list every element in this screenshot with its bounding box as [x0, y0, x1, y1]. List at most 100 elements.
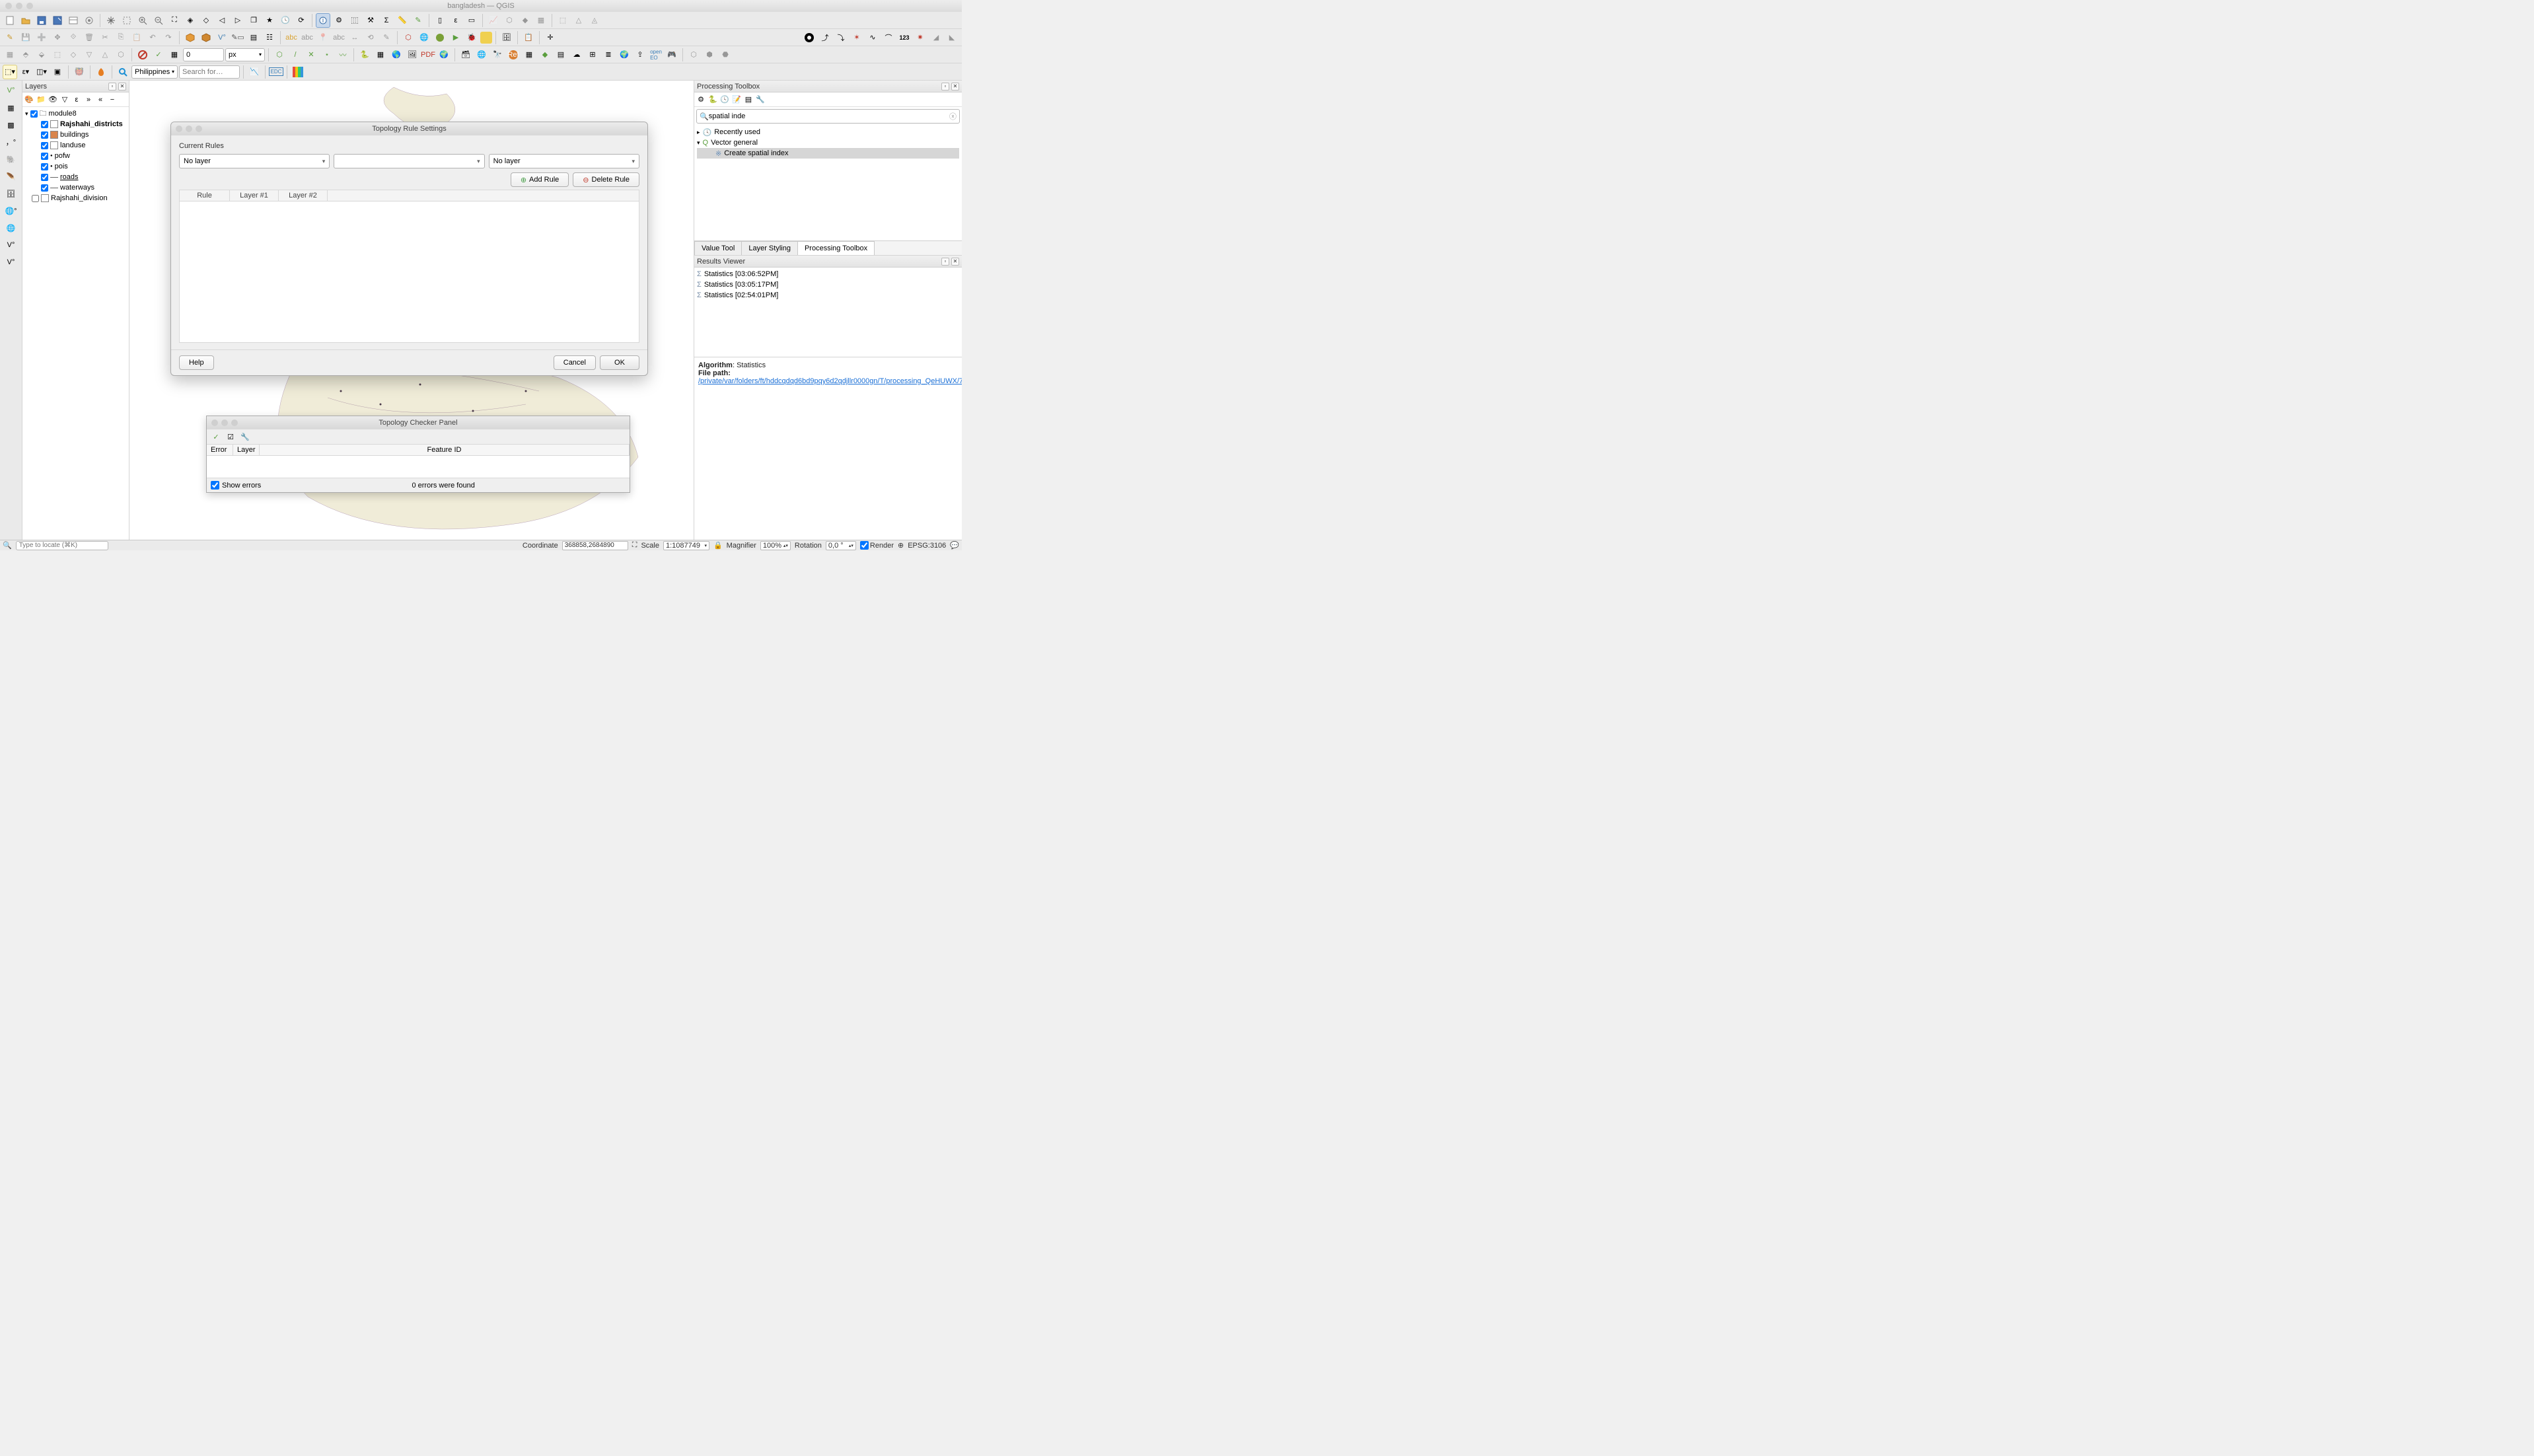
- mesh3-icon[interactable]: ⬙: [34, 48, 49, 62]
- delete-rule-button[interactable]: ⊖Delete Rule: [573, 172, 639, 187]
- new-bookmark-icon[interactable]: ★: [262, 13, 277, 28]
- adv-snap2-icon[interactable]: ⬢: [702, 48, 717, 62]
- layer-remove-icon[interactable]: −: [107, 94, 118, 105]
- layer-item[interactable]: ●pofw: [24, 151, 127, 161]
- results-item[interactable]: ΣStatistics [02:54:01PM]: [697, 290, 959, 301]
- layer-checkbox[interactable]: [41, 174, 48, 181]
- cross-icon[interactable]: ✕: [304, 48, 318, 62]
- processing-search-input[interactable]: [709, 112, 949, 120]
- georef-icon[interactable]: 🌐: [417, 30, 431, 45]
- toolbox-icon[interactable]: ⚒: [363, 13, 378, 28]
- attr-table-icon[interactable]: 📋: [521, 30, 536, 45]
- nominatim-icon[interactable]: [116, 65, 130, 79]
- new-project-icon[interactable]: [3, 13, 17, 28]
- paste-icon[interactable]: 📋: [129, 30, 144, 45]
- arc2-tool-icon[interactable]: ⤵: [834, 30, 848, 45]
- edit-toggle-icon[interactable]: ✎: [3, 30, 17, 45]
- zoom-layer-icon[interactable]: ◇: [199, 13, 213, 28]
- mesh2-icon[interactable]: ⬘: [18, 48, 33, 62]
- maptips-icon[interactable]: ✎: [411, 13, 425, 28]
- crs-icon[interactable]: ⊕: [898, 541, 904, 550]
- field-calc-icon[interactable]: ⿲: [347, 13, 362, 28]
- plugin-vertex-icon[interactable]: ⬡: [502, 13, 517, 28]
- avoid-intersect-icon[interactable]: ◬: [587, 13, 602, 28]
- mesh8-icon[interactable]: ⬡: [114, 48, 128, 62]
- add-rule-button[interactable]: ⊕Add Rule: [511, 172, 569, 187]
- star-tool-icon[interactable]: ✶: [850, 30, 864, 45]
- zoom-out-icon[interactable]: [151, 13, 166, 28]
- pan-icon[interactable]: [104, 13, 118, 28]
- layers-tree[interactable]: ▾ 🗀 module8 Rajshahi_districtsbuildingsl…: [22, 107, 129, 540]
- zoom-selection-icon[interactable]: ◈: [183, 13, 198, 28]
- add-wfs-icon[interactable]: 🌐: [4, 221, 18, 235]
- temporal-icon[interactable]: 🕓: [278, 13, 293, 28]
- layer-tool-icon[interactable]: ≣: [601, 48, 616, 62]
- layer-item[interactable]: roads: [24, 172, 127, 182]
- deselect-all-icon[interactable]: ◫▾: [34, 65, 49, 79]
- vertex-icon[interactable]: ⬡: [272, 48, 287, 62]
- plugin-green-icon[interactable]: ▶: [449, 30, 463, 45]
- measure-icon[interactable]: 📏: [395, 13, 410, 28]
- db-icon[interactable]: 🗃: [458, 48, 473, 62]
- checker-min-icon[interactable]: [221, 419, 228, 426]
- layer-visibility-icon[interactable]: 👁: [48, 94, 58, 105]
- vector-general-group[interactable]: ▾QVector general: [697, 137, 959, 148]
- layer1-combo[interactable]: No layer▾: [179, 154, 330, 168]
- layer-group-checkbox[interactable]: [30, 110, 38, 118]
- add-raster-icon[interactable]: ▦: [4, 100, 18, 115]
- dialog-titlebar[interactable]: Topology Rule Settings: [171, 122, 647, 135]
- locator-input[interactable]: [19, 542, 106, 549]
- layer-item[interactable]: landuse: [24, 140, 127, 151]
- game-icon[interactable]: 🎮: [665, 48, 679, 62]
- delete-icon[interactable]: 🗑: [82, 30, 96, 45]
- save-icon[interactable]: [34, 13, 49, 28]
- checker-close-icon[interactable]: [211, 419, 218, 426]
- zoom-full-icon[interactable]: ⛶: [167, 13, 182, 28]
- save-edits-icon[interactable]: 💾: [18, 30, 33, 45]
- 3d-box-icon[interactable]: [183, 30, 198, 45]
- star2-tool-icon[interactable]: ✷: [913, 30, 927, 45]
- cloud-icon[interactable]: ☁: [569, 48, 584, 62]
- render-checkbox[interactable]: [860, 541, 869, 550]
- epsg-button[interactable]: EPSG:3106: [908, 542, 946, 550]
- new-scratch-icon[interactable]: ✎▭: [231, 30, 245, 45]
- layer-item[interactable]: Rajshahi_division: [24, 193, 127, 203]
- show-errors-checkbox-label[interactable]: Show errors: [211, 481, 261, 490]
- python-icon[interactable]: 🐍: [357, 48, 372, 62]
- label-edit-icon[interactable]: ✎: [379, 30, 394, 45]
- select-icon[interactable]: ▯: [433, 13, 447, 28]
- layer2-combo[interactable]: No layer▾: [489, 154, 639, 168]
- processing-search[interactable]: 🔍 ⓧ: [696, 109, 960, 124]
- plugin-geom-icon[interactable]: ◆: [518, 13, 532, 28]
- mesh6-icon[interactable]: ▽: [82, 48, 96, 62]
- vertex-tool-icon[interactable]: ⟐: [66, 30, 81, 45]
- layer-group-root[interactable]: ▾ 🗀 module8: [24, 108, 127, 119]
- plugin-bug-icon[interactable]: 🐞: [464, 30, 479, 45]
- action-tool-icon[interactable]: ⚙: [332, 13, 346, 28]
- processing-detach-icon[interactable]: ▫: [941, 83, 949, 91]
- refresh-icon[interactable]: ⟳: [294, 13, 308, 28]
- configure-icon[interactable]: 🔧: [240, 431, 250, 442]
- layer-checkbox[interactable]: [41, 153, 48, 160]
- grid-icon[interactable]: ▦: [167, 48, 182, 62]
- eo-icon[interactable]: openEO: [649, 48, 663, 62]
- select-features-icon[interactable]: ⬚▾: [3, 65, 17, 79]
- layer-item[interactable]: waterways: [24, 182, 127, 193]
- rules-table-body[interactable]: [179, 201, 639, 343]
- virtual-layer-icon[interactable]: V°: [215, 30, 229, 45]
- bridge-icon[interactable]: ⌒: [881, 30, 896, 45]
- layer-item[interactable]: ●pois: [24, 161, 127, 172]
- dlg-max-icon[interactable]: [196, 126, 202, 132]
- processing-close-icon[interactable]: ✕: [951, 83, 959, 91]
- proc-options-icon[interactable]: 🔧: [755, 94, 766, 105]
- results-close-icon[interactable]: ✕: [951, 258, 959, 266]
- save-as-icon[interactable]: [50, 13, 65, 28]
- pan-selection-icon[interactable]: [120, 13, 134, 28]
- create-spatial-index-item[interactable]: ※Create spatial index: [697, 148, 959, 159]
- raster-calc-icon[interactable]: ▦: [373, 48, 388, 62]
- processing-tree[interactable]: ▸🕓Recently used ▾QVector general ※Create…: [694, 126, 962, 240]
- traffic-max[interactable]: [26, 3, 33, 9]
- add-mssql-icon[interactable]: 🗄: [4, 186, 18, 201]
- polygon-tool-icon[interactable]: ⬡: [401, 30, 416, 45]
- ok-button[interactable]: OK: [600, 355, 639, 370]
